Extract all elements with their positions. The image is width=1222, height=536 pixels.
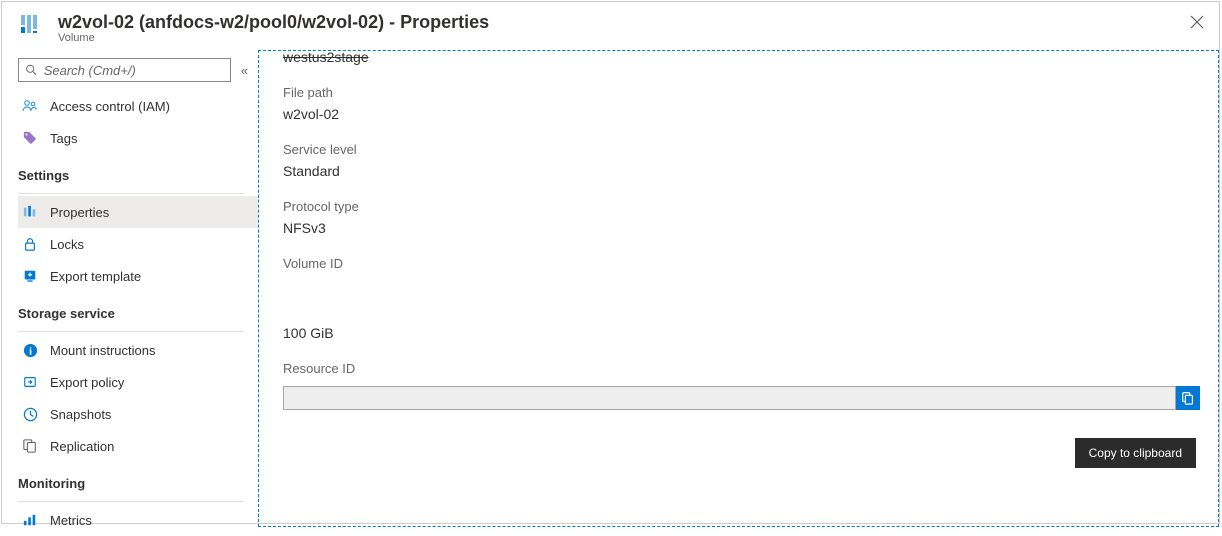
service-level-label: Service level xyxy=(283,142,1218,157)
section-storage-service: Storage service xyxy=(18,292,258,329)
file-path-value: w2vol-02 xyxy=(283,106,1218,122)
truncated-value: westus2stage xyxy=(283,50,1218,65)
resource-id-label: Resource ID xyxy=(283,361,1218,376)
content-area: westus2stage File path w2vol-02 Service … xyxy=(258,50,1219,527)
service-level-value: Standard xyxy=(283,163,1218,179)
nav-label: Locks xyxy=(50,237,84,252)
protocol-type-label: Protocol type xyxy=(283,199,1218,214)
svg-text:i: i xyxy=(29,346,32,357)
export-policy-icon xyxy=(22,374,38,390)
sidebar-item-tags[interactable]: Tags xyxy=(18,122,258,154)
sidebar-item-export-policy[interactable]: Export policy xyxy=(18,366,258,398)
search-box[interactable] xyxy=(18,58,231,82)
snapshot-icon xyxy=(22,406,38,422)
copy-icon xyxy=(1181,391,1195,405)
nav-label: Metrics xyxy=(50,513,92,528)
volume-id-label: Volume ID xyxy=(283,256,1218,271)
nav-label: Export template xyxy=(50,269,141,284)
volume-icon xyxy=(18,10,48,40)
nav-label: Properties xyxy=(50,205,109,220)
info-icon: i xyxy=(22,342,38,358)
sidebar-item-properties[interactable]: Properties xyxy=(18,196,258,228)
search-icon xyxy=(25,63,38,77)
collapse-sidebar-button[interactable]: « xyxy=(241,63,248,78)
properties-panel: w2vol-02 (anfdocs-w2/pool0/w2vol-02) - P… xyxy=(1,1,1220,524)
sidebar-item-snapshots[interactable]: Snapshots xyxy=(18,398,258,430)
copy-button[interactable] xyxy=(1176,386,1200,410)
file-path-label: File path xyxy=(283,85,1218,100)
sidebar-item-locks[interactable]: Locks xyxy=(18,228,258,260)
protocol-type-value: NFSv3 xyxy=(283,220,1218,236)
nav-label: Tags xyxy=(50,131,77,146)
lock-icon xyxy=(22,236,38,252)
sidebar-item-access-control[interactable]: Access control (IAM) xyxy=(18,90,258,122)
people-icon xyxy=(22,98,38,114)
sidebar-item-replication[interactable]: Replication xyxy=(18,430,258,462)
close-button[interactable] xyxy=(1189,14,1205,30)
sidebar-item-export-template[interactable]: Export template xyxy=(18,260,258,292)
search-input[interactable] xyxy=(44,63,224,78)
resource-id-field[interactable] xyxy=(283,386,1176,410)
properties-icon xyxy=(22,204,38,220)
sidebar-item-metrics[interactable]: Metrics xyxy=(18,504,258,536)
nav-label: Export policy xyxy=(50,375,124,390)
panel-header: w2vol-02 (anfdocs-w2/pool0/w2vol-02) - P… xyxy=(2,2,1219,50)
nav-label: Snapshots xyxy=(50,407,111,422)
nav-label: Mount instructions xyxy=(50,343,156,358)
page-title: w2vol-02 (anfdocs-w2/pool0/w2vol-02) - P… xyxy=(58,10,1207,34)
nav-label: Access control (IAM) xyxy=(50,99,170,114)
copy-tooltip: Copy to clipboard xyxy=(1075,438,1196,468)
sidebar: « Access control (IAM) Tags Settings xyxy=(2,50,258,527)
size-value: 100 GiB xyxy=(283,325,1218,341)
replication-icon xyxy=(22,438,38,454)
export-template-icon xyxy=(22,268,38,284)
tag-icon xyxy=(22,130,38,146)
sidebar-item-mount-instructions[interactable]: i Mount instructions xyxy=(18,334,258,366)
section-settings: Settings xyxy=(18,154,258,191)
section-monitoring: Monitoring xyxy=(18,462,258,499)
nav-label: Replication xyxy=(50,439,114,454)
